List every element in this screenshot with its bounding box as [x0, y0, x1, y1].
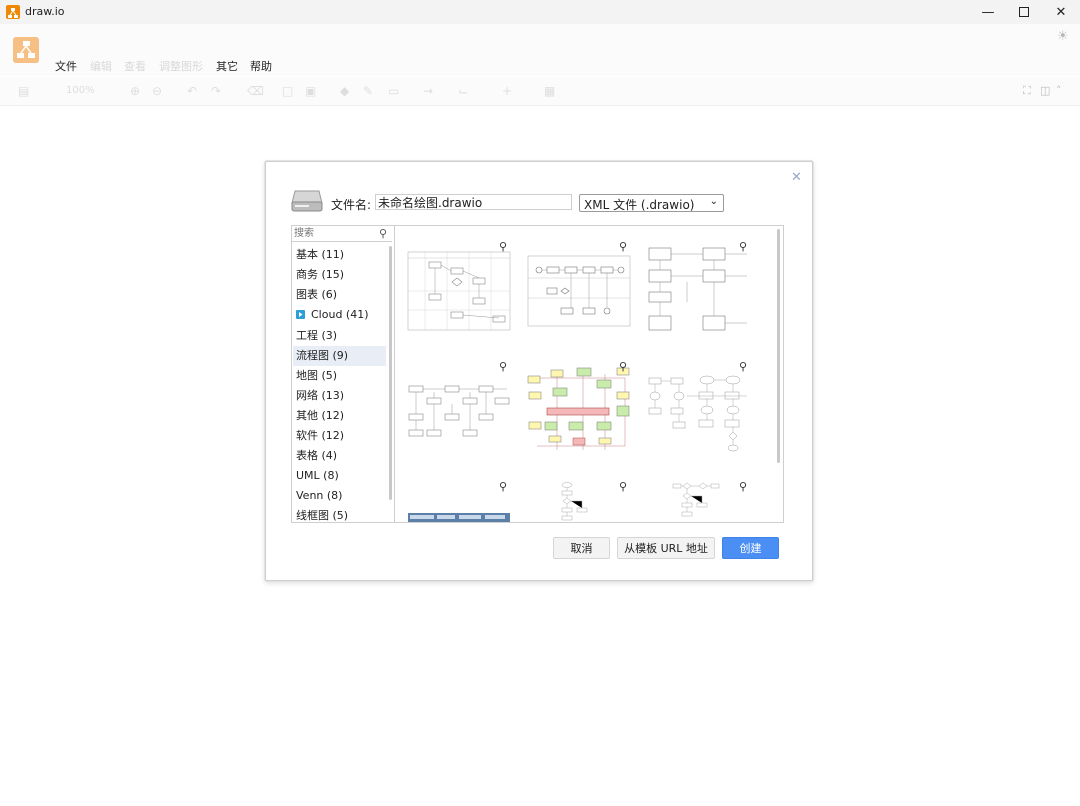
- magnifier-icon[interactable]: ⚲: [499, 480, 507, 493]
- expand-triangle-icon: [296, 310, 305, 319]
- minimize-icon: —: [981, 4, 995, 20]
- shadow-icon[interactable]: ▭: [388, 84, 399, 98]
- category-search-input[interactable]: [292, 226, 392, 242]
- category-flowchart[interactable]: 流程图 (9): [293, 346, 386, 366]
- magnifier-icon[interactable]: ⚲: [499, 240, 507, 253]
- template-thumbnail[interactable]: [647, 366, 751, 452]
- menu-arrange[interactable]: 调整图形: [159, 58, 203, 74]
- window-close-icon: ✕: [1055, 4, 1067, 20]
- category-scrollbar[interactable]: [389, 246, 392, 500]
- template-thumbnail[interactable]: [647, 246, 751, 332]
- category-tables[interactable]: 表格 (4): [293, 446, 386, 466]
- template-thumbnail[interactable]: [527, 366, 631, 452]
- format-select[interactable]: XML 文件 (.drawio) ⌄: [579, 194, 724, 212]
- filename-label: 文件名:: [331, 198, 372, 212]
- menu-help[interactable]: 帮助: [250, 58, 272, 74]
- table-icon[interactable]: ▦: [544, 84, 555, 98]
- insert-icon[interactable]: +: [502, 84, 512, 98]
- category-cloud[interactable]: Cloud (41): [293, 305, 386, 325]
- magnifier-icon[interactable]: ⚲: [619, 480, 627, 493]
- category-engineering[interactable]: 工程 (3): [293, 326, 386, 346]
- category-venn[interactable]: Venn (8): [293, 486, 386, 506]
- magnifier-icon[interactable]: ⚲: [739, 360, 747, 373]
- category-software[interactable]: 软件 (12): [293, 426, 386, 446]
- delete-icon[interactable]: ⌫: [247, 84, 264, 98]
- category-wireframes[interactable]: 线框图 (5): [293, 506, 386, 526]
- template-grid[interactable]: ⚲ ⚲ ⚲ ⚲ ⚲ ⚲ ⚲ ⚲ ⚲: [395, 225, 784, 523]
- drawio-logo-icon: [13, 37, 39, 63]
- collapse-icon[interactable]: ˄: [1056, 84, 1062, 97]
- category-basic[interactable]: 基本 (11): [293, 245, 386, 265]
- category-network[interactable]: 网络 (13): [293, 386, 386, 406]
- minimize-button[interactable]: —: [969, 0, 1007, 24]
- template-thumbnail[interactable]: [527, 246, 631, 332]
- category-cloud-label: Cloud (41): [311, 308, 369, 321]
- window-close-button[interactable]: ✕: [1042, 0, 1080, 24]
- menu-extras[interactable]: 其它: [216, 58, 238, 74]
- connection-icon[interactable]: →: [423, 84, 433, 98]
- zoom-out-icon[interactable]: ⊖: [152, 84, 162, 98]
- magnifier-icon[interactable]: ⚲: [739, 240, 747, 253]
- template-thumbnail[interactable]: [407, 246, 511, 332]
- to-front-icon[interactable]: □: [282, 84, 293, 98]
- template-thumbnail[interactable]: [527, 482, 631, 522]
- template-thumbnail[interactable]: [647, 482, 751, 522]
- chevron-down-icon: ⌄: [709, 196, 718, 207]
- menu-view[interactable]: 查看: [124, 58, 146, 74]
- maximize-icon: [1019, 7, 1029, 17]
- category-maps[interactable]: 地图 (5): [293, 366, 386, 386]
- template-thumbnail[interactable]: [407, 366, 511, 452]
- drawio-app-icon: [6, 5, 20, 19]
- create-button[interactable]: 创建: [722, 537, 779, 559]
- search-icon[interactable]: ⚲: [379, 227, 387, 240]
- to-back-icon[interactable]: ▣: [305, 84, 316, 98]
- theme-sun-icon[interactable]: ☀: [1057, 29, 1069, 44]
- magnifier-icon[interactable]: ⚲: [619, 240, 627, 253]
- format-select-value: XML 文件 (.drawio): [584, 198, 695, 212]
- template-thumbnail[interactable]: [407, 488, 511, 522]
- format-panel-icon[interactable]: ◫: [1040, 84, 1050, 97]
- panel-toggle-icon[interactable]: ▤: [18, 84, 29, 98]
- cancel-button[interactable]: 取消: [553, 537, 610, 559]
- dialog-close-icon[interactable]: ✕: [791, 170, 802, 185]
- template-url-button[interactable]: 从模板 URL 地址: [617, 537, 715, 559]
- waypoints-icon[interactable]: ⌙: [458, 84, 468, 98]
- redo-icon[interactable]: ↷: [211, 84, 221, 98]
- fill-color-icon[interactable]: ◆: [340, 84, 349, 98]
- undo-icon[interactable]: ↶: [187, 84, 197, 98]
- maximize-button[interactable]: [1005, 0, 1043, 24]
- drive-icon: [291, 189, 323, 213]
- zoom-in-icon[interactable]: ⊕: [130, 84, 140, 98]
- line-color-icon[interactable]: ✎: [363, 84, 373, 98]
- fullscreen-icon[interactable]: ⛶: [1023, 84, 1031, 98]
- zoom-value[interactable]: 100%: [66, 85, 95, 96]
- magnifier-icon[interactable]: ⚲: [619, 360, 627, 373]
- category-business[interactable]: 商务 (15): [293, 265, 386, 285]
- title-bar: [0, 0, 1080, 24]
- category-uml[interactable]: UML (8): [293, 466, 386, 486]
- category-charts[interactable]: 图表 (6): [293, 285, 386, 305]
- menu-edit[interactable]: 编辑: [90, 58, 112, 74]
- filename-input[interactable]: [375, 194, 572, 210]
- template-scrollbar[interactable]: [777, 229, 780, 463]
- window-title: draw.io: [25, 5, 65, 18]
- menu-file[interactable]: 文件: [55, 58, 77, 74]
- magnifier-icon[interactable]: ⚲: [739, 480, 747, 493]
- magnifier-icon[interactable]: ⚲: [499, 360, 507, 373]
- category-other[interactable]: 其他 (12): [293, 406, 386, 426]
